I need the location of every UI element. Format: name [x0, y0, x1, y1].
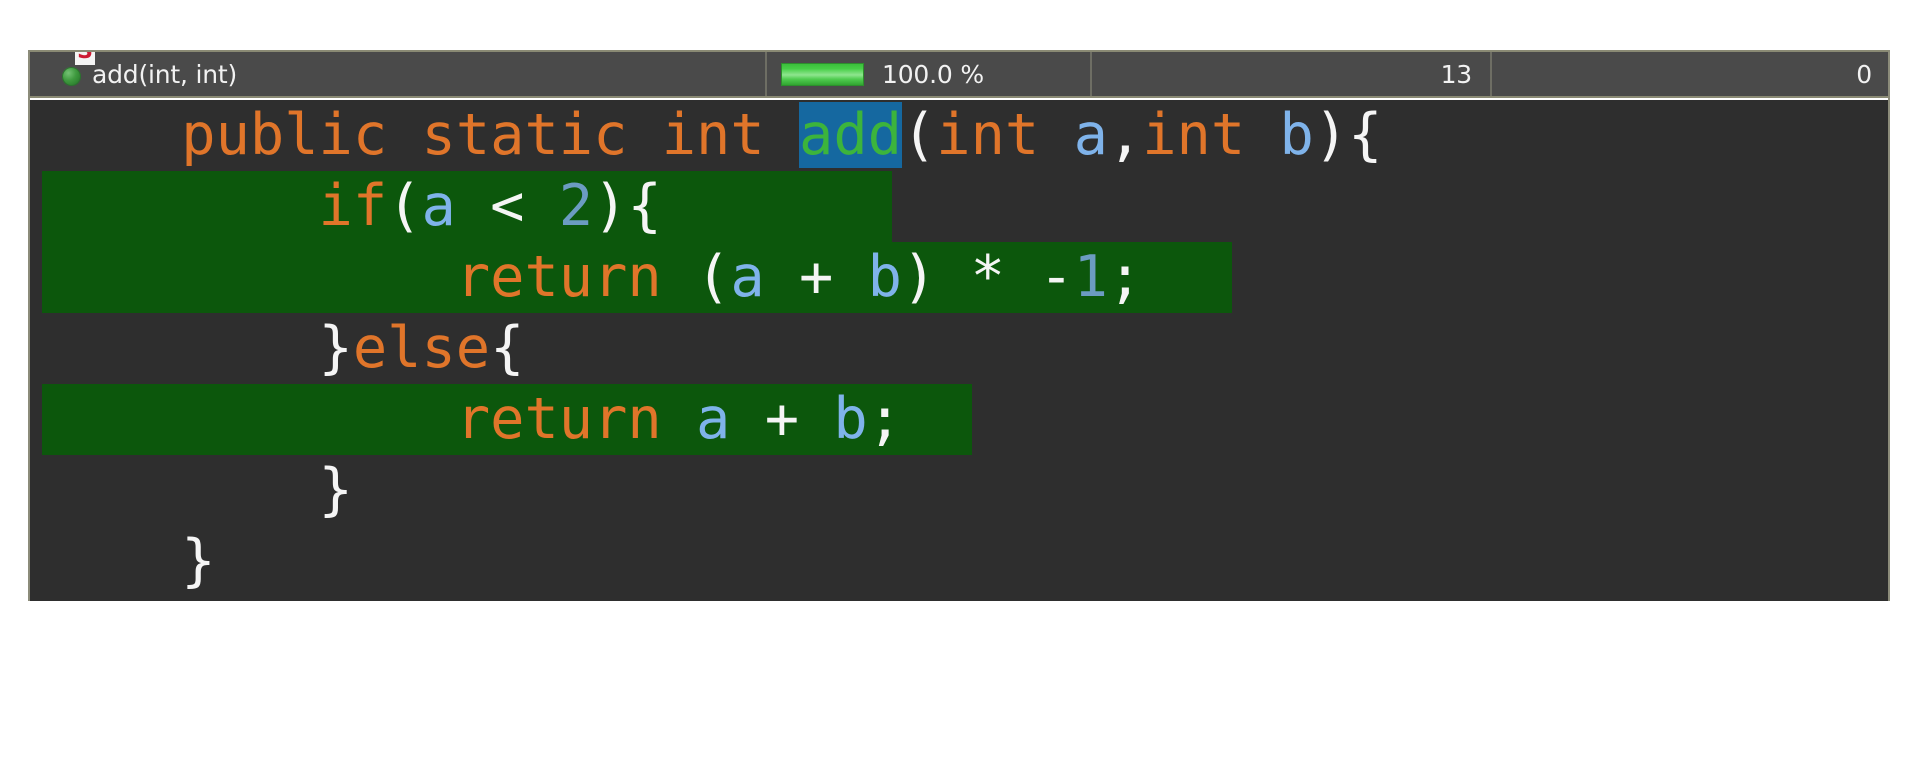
code-token: <: [455, 173, 559, 239]
code-line[interactable]: if(a < 2){: [30, 171, 1888, 242]
code-token: b: [1279, 102, 1314, 168]
code-token: +: [764, 244, 868, 310]
green-ball-icon: [62, 67, 81, 86]
code-token: ,: [1107, 102, 1143, 168]
code-token: b: [867, 244, 902, 310]
code-token: return: [455, 244, 662, 310]
code-token: {: [490, 315, 525, 381]
code-token: ){: [1313, 102, 1383, 168]
code-line-content: if(a < 2){: [30, 171, 662, 242]
code-token: a: [421, 173, 456, 239]
code-token: int: [1142, 102, 1280, 168]
source-code-area[interactable]: public static int add(int a,int b){ if(a…: [30, 98, 1888, 601]
header-cell-uncovered-count[interactable]: 0: [1490, 52, 1888, 96]
code-line-content: public static int add(int a,int b){: [30, 100, 1382, 171]
code-token: int: [936, 102, 1074, 168]
code-token: }: [44, 457, 353, 523]
code-token: if: [318, 173, 388, 239]
code-token: ){: [593, 173, 662, 239]
code-line[interactable]: return a + b;: [30, 384, 1888, 455]
coverage-panel: S add(int, int) 100.0 % 13 0 public stat…: [28, 50, 1890, 601]
code-line-content: }: [30, 526, 216, 597]
code-token: (: [901, 102, 937, 168]
header-cell-method-name[interactable]: S add(int, int): [30, 52, 765, 96]
code-token: }: [44, 315, 353, 381]
code-token: 1: [1073, 244, 1108, 310]
uncovered-count-label: 0: [1856, 59, 1872, 89]
code-token: b: [833, 386, 868, 452]
code-token: ;: [867, 386, 902, 452]
code-line-content: return a + b;: [30, 384, 902, 455]
coverage-percent-label: 100.0 %: [882, 59, 984, 89]
coverage-header-row[interactable]: S add(int, int) 100.0 % 13 0: [30, 50, 1888, 98]
code-line[interactable]: }: [30, 455, 1888, 526]
code-line-content: }: [30, 455, 353, 526]
header-cell-covered-count[interactable]: 13: [1090, 52, 1490, 96]
code-token: a: [730, 244, 765, 310]
coverage-progress-bar-icon: [781, 62, 864, 86]
code-token: ) * -: [901, 244, 1074, 310]
static-method-icon: S: [62, 52, 95, 87]
code-token: public static int: [181, 102, 799, 168]
code-token: (: [387, 173, 422, 239]
code-token: ;: [1107, 244, 1143, 310]
code-token: else: [352, 315, 491, 381]
coverage-method-view: S add(int, int) 100.0 % 13 0 public stat…: [0, 0, 1920, 778]
code-token: (: [661, 244, 731, 310]
code-line[interactable]: public static int add(int a,int b){: [30, 100, 1888, 171]
static-badge-icon: S: [75, 52, 95, 65]
code-token: }: [44, 528, 216, 594]
code-line[interactable]: return (a + b) * -1;: [30, 242, 1888, 313]
covered-count-label: 13: [1440, 59, 1473, 89]
method-name-wrapper: S add(int, int): [62, 52, 238, 89]
code-line[interactable]: }else{: [30, 313, 1888, 384]
header-cell-coverage[interactable]: 100.0 %: [765, 52, 1090, 96]
code-line-content: }else{: [30, 313, 525, 384]
code-token: a: [696, 386, 731, 452]
method-name-label: add(int, int): [92, 59, 238, 89]
code-line[interactable]: }: [30, 526, 1888, 597]
code-token: 2: [558, 173, 594, 239]
code-token: return: [455, 386, 662, 452]
code-token: +: [730, 386, 834, 452]
code-token: add: [799, 102, 902, 168]
code-line-content: return (a + b) * -1;: [30, 242, 1142, 313]
code-token: a: [1073, 102, 1108, 168]
